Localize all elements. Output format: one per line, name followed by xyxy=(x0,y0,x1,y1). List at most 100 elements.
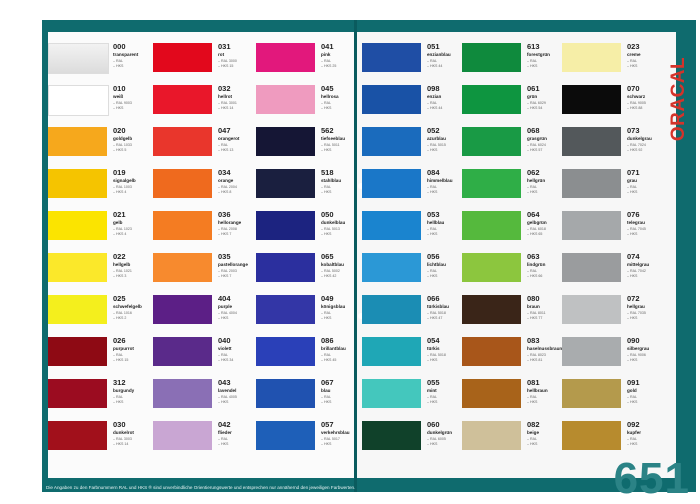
swatch-name: transparent xyxy=(113,52,139,57)
swatch-name: telegrau xyxy=(627,220,645,225)
color-swatch xyxy=(562,169,621,198)
swatch-hks: – HKS xyxy=(321,315,332,320)
color-swatch xyxy=(562,127,621,156)
color-swatch xyxy=(362,127,421,156)
color-swatch xyxy=(48,43,109,74)
color-swatch-item: 025 schwefelgelb – RAL 1016– HKS 2 xyxy=(48,292,148,334)
swatch-name: weiß xyxy=(113,94,124,99)
swatch-code: 049 xyxy=(321,294,334,303)
swatch-code: 562 xyxy=(321,126,334,135)
color-swatch xyxy=(562,85,621,114)
swatch-hks: – HKS xyxy=(113,105,124,110)
swatch-code: 020 xyxy=(113,126,126,135)
color-swatch xyxy=(48,379,107,408)
swatch-name: verkehrsblau xyxy=(321,430,350,435)
color-swatch-item: 082 beige – RAL – HKS xyxy=(462,418,562,460)
color-swatch xyxy=(462,169,521,198)
swatch-code: 041 xyxy=(321,42,334,51)
color-swatch xyxy=(153,127,212,156)
color-swatch-item: 036 hellorange – RAL 2008– HKS 7 xyxy=(153,208,253,250)
swatch-code: 086 xyxy=(321,336,334,345)
color-swatch xyxy=(256,43,315,72)
color-swatch xyxy=(48,337,107,366)
color-swatch xyxy=(48,169,107,198)
swatch-name: pink xyxy=(321,52,331,57)
color-swatch xyxy=(153,379,212,408)
color-swatch xyxy=(462,421,521,450)
swatch-hks: – HKS 42 xyxy=(321,273,337,278)
swatch-code: 010 xyxy=(113,84,126,93)
swatch-code: 072 xyxy=(627,294,640,303)
color-swatch xyxy=(562,253,621,282)
swatch-code: 045 xyxy=(321,84,334,93)
swatch-hks: – HKS xyxy=(627,441,638,446)
swatch-code: 000 xyxy=(113,42,126,51)
color-swatch-item: 042 flieder – RAL – HKS xyxy=(153,418,253,460)
color-swatch xyxy=(462,253,521,282)
swatch-code: 518 xyxy=(321,168,334,177)
color-swatch xyxy=(562,211,621,240)
swatch-hks: – HKS 3 xyxy=(113,273,127,278)
color-swatch-item: 092 kupfer – RAL – HKS xyxy=(562,418,662,460)
color-swatch xyxy=(153,169,212,198)
color-swatch-item: 026 purpurrot – RAL – HKS 15 xyxy=(48,334,148,376)
swatch-code: 312 xyxy=(113,378,126,387)
color-swatch-item: 031 rot – RAL 3000– HKS 15 xyxy=(153,40,253,82)
color-swatch-item: 613 forestgrün – RAL – HKS xyxy=(462,40,562,82)
color-swatch-item: 020 goldgelb – RAL 1033– HKS 5 xyxy=(48,124,148,166)
color-swatch-item: 053 hellblau – RAL – HKS xyxy=(362,208,462,250)
color-swatch xyxy=(48,211,107,240)
swatch-name: blau xyxy=(321,388,331,393)
color-swatch xyxy=(153,337,212,366)
color-swatch-item: 054 türkis – RAL 5018– HKS xyxy=(362,334,462,376)
color-swatch-item: 061 grün – RAL 6029– HKS 54 xyxy=(462,82,562,124)
color-swatch-item: 021 gelb – RAL 1023– HKS 4 xyxy=(48,208,148,250)
color-swatch-item: 041 pink – RAL – HKS 25 xyxy=(256,40,356,82)
color-swatch-item: 073 dunkelgrau – RAL 7024– HKS 92 xyxy=(562,124,662,166)
swatch-code: 071 xyxy=(627,168,640,177)
swatch-hks: – HKS xyxy=(113,399,124,404)
swatch-hks: – HKS xyxy=(321,147,332,152)
color-swatch xyxy=(462,85,521,114)
swatch-name: stahlblau xyxy=(321,178,342,183)
swatch-hks: – HKS xyxy=(321,189,332,194)
color-swatch-item: 034 orange – RAL 2004– HKS 8 xyxy=(153,166,253,208)
color-swatch-item: 064 gelbgrün – RAL 6018– HKS 65 xyxy=(462,208,562,250)
swatch-name: purpurrot xyxy=(113,346,134,351)
color-swatch xyxy=(462,127,521,156)
swatch-hks: – HKS xyxy=(113,63,124,68)
color-swatch xyxy=(153,253,212,282)
color-swatch xyxy=(48,295,107,324)
swatch-code: 070 xyxy=(627,84,640,93)
swatch-name: königsblau xyxy=(321,304,346,309)
color-swatch-item: 049 königsblau – RAL – HKS xyxy=(256,292,356,334)
color-swatch xyxy=(256,211,315,240)
color-swatch-item: 083 haselnussbraun – RAL 8023– HKS 81 xyxy=(462,334,562,376)
color-swatch xyxy=(256,421,315,450)
color-swatch-item: 098 enzian – RAL – HKS 44 xyxy=(362,82,462,124)
color-swatch-item: 063 lindgrün – RAL – HKS 66 xyxy=(462,250,562,292)
swatch-name: schwarz xyxy=(627,94,646,99)
color-swatch xyxy=(462,43,521,72)
color-swatch xyxy=(256,85,315,114)
series-number: 651 xyxy=(613,454,690,503)
swatch-code: 025 xyxy=(113,294,126,303)
color-swatch xyxy=(562,295,621,324)
color-swatch-item: 090 silbergrau – RAL 9006– HKS xyxy=(562,334,662,376)
color-swatch xyxy=(462,379,521,408)
color-swatch xyxy=(362,337,421,366)
brochure-background: ORACAL 651 Die Angaben zu den Farbnummer… xyxy=(42,20,696,503)
color-swatch-item: 086 brillantblau – RAL – HKS 45 xyxy=(256,334,356,376)
color-swatch-item: 062 hellgrün – RAL – HKS xyxy=(462,166,562,208)
color-swatch-item: 050 dunkelblau – RAL 5013– HKS xyxy=(256,208,356,250)
color-swatch xyxy=(362,421,421,450)
color-swatch-item: 066 türkisblau – RAL 5018– HKS 47 xyxy=(362,292,462,334)
swatch-hks: – HKS xyxy=(321,441,332,446)
color-swatch xyxy=(153,421,212,450)
color-swatch xyxy=(48,127,107,156)
color-swatch xyxy=(462,337,521,366)
swatch-code: 019 xyxy=(113,168,126,177)
color-swatch-item: 081 hellbraun – RAL – HKS xyxy=(462,376,562,418)
color-swatch-item: 067 blau – RAL – HKS xyxy=(256,376,356,418)
swatch-code: 067 xyxy=(321,378,334,387)
